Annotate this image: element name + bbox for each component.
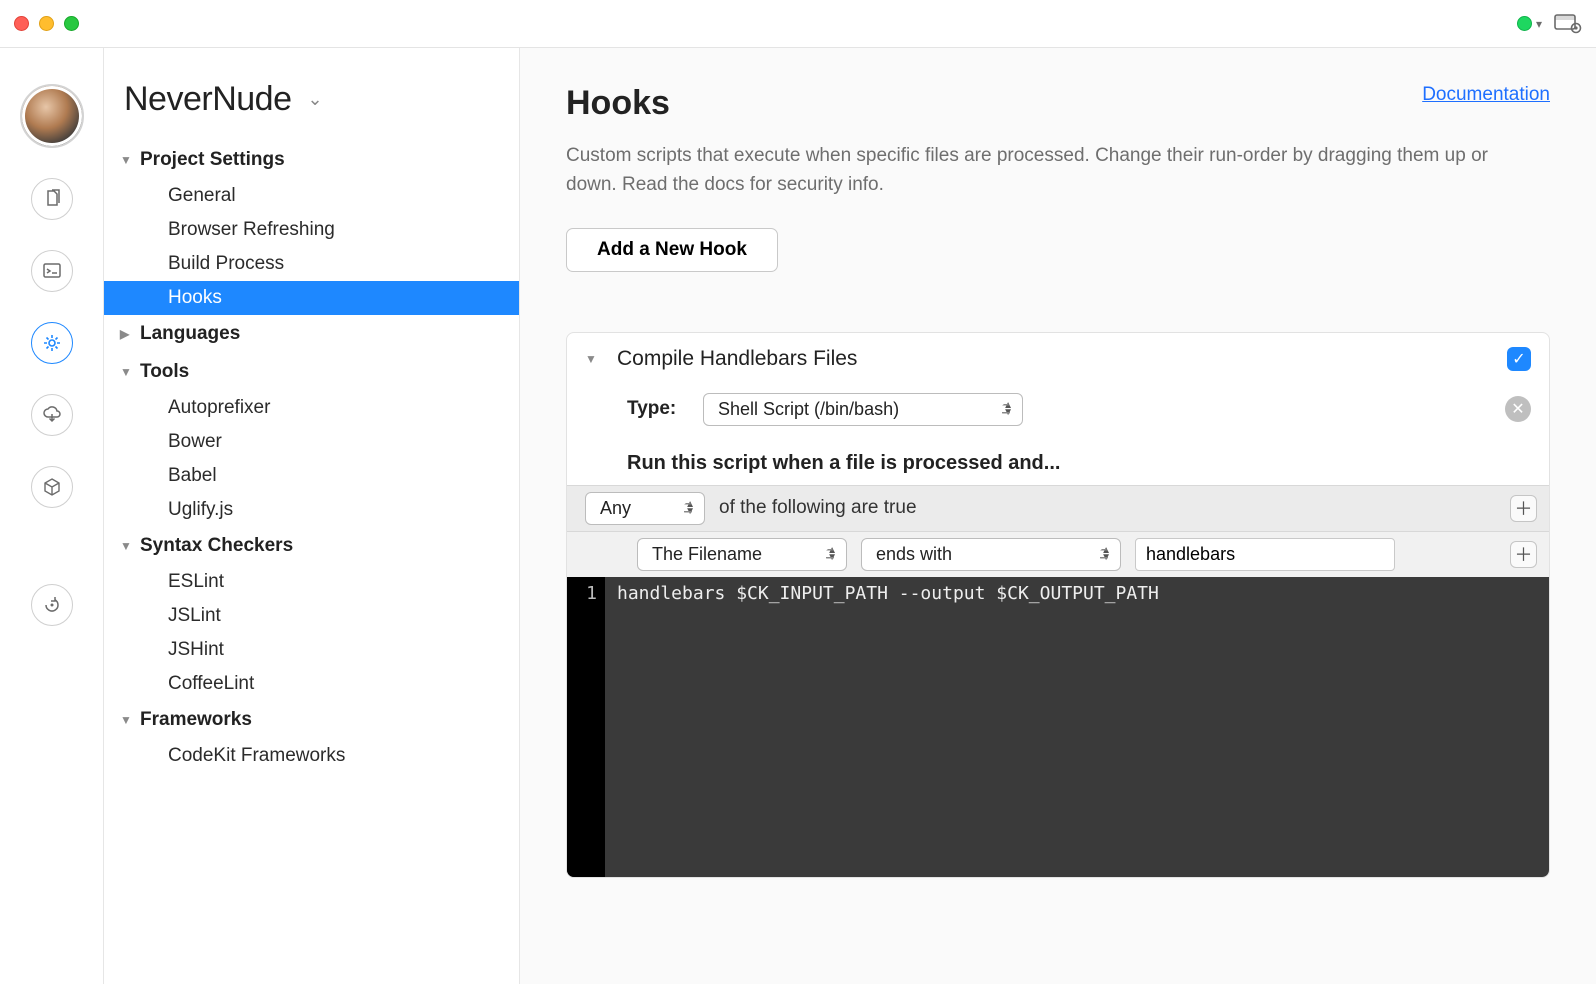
condition-value-input[interactable] bbox=[1135, 538, 1395, 571]
editor-gutter: 1 bbox=[567, 577, 605, 877]
server-status-indicator[interactable]: ▾ bbox=[1517, 16, 1542, 31]
hook-type-select[interactable]: Shell Script (/bin/bash) ▲▼ bbox=[703, 393, 1023, 426]
project-avatar[interactable] bbox=[20, 84, 84, 148]
minimize-window-button[interactable] bbox=[39, 16, 54, 31]
disclosure-triangle-icon: ▼ bbox=[120, 713, 140, 727]
titlebar: ▾ bbox=[0, 0, 1596, 48]
nav-item-uglifyjs[interactable]: Uglify.js bbox=[104, 493, 519, 527]
nav-item-jshint[interactable]: JSHint bbox=[104, 633, 519, 667]
run-conditions-label: Run this script when a file is processed… bbox=[567, 440, 1549, 485]
nav-group-label: Project Settings bbox=[140, 149, 285, 171]
preview-icon bbox=[1554, 14, 1582, 34]
select-value: Any bbox=[600, 498, 631, 519]
disclosure-triangle-icon: ▼ bbox=[120, 153, 140, 167]
match-suffix-label: of the following are true bbox=[719, 497, 917, 519]
disclosure-triangle-icon[interactable]: ▼ bbox=[585, 352, 605, 366]
preview-button[interactable] bbox=[1554, 14, 1582, 34]
project-switcher[interactable]: NeverNude ⌄ bbox=[104, 48, 519, 141]
stepper-arrows-icon: ▲▼ bbox=[827, 547, 837, 561]
gear-icon bbox=[42, 333, 62, 353]
nav-item-autoprefixer[interactable]: Autoprefixer bbox=[104, 391, 519, 425]
hook-title: Compile Handlebars Files bbox=[617, 347, 857, 371]
condition-field-select[interactable]: The Filename ▲▼ bbox=[637, 538, 847, 571]
packages-tab-button[interactable] bbox=[31, 466, 73, 508]
condition-row: The Filename ▲▼ ends with ▲▼ ＋ bbox=[567, 531, 1549, 577]
nav-item-browser-refreshing[interactable]: Browser Refreshing bbox=[104, 213, 519, 247]
match-mode-select[interactable]: Any ▲▼ bbox=[585, 492, 705, 525]
settings-nav: ▼Project Settings General Browser Refres… bbox=[104, 141, 519, 793]
box-icon bbox=[42, 477, 62, 497]
hook-card: ▼ Compile Handlebars Files ✓ Type: Shell… bbox=[566, 332, 1550, 878]
hook-enabled-checkbox[interactable]: ✓ bbox=[1507, 347, 1531, 371]
nav-item-hooks[interactable]: Hooks bbox=[104, 281, 519, 315]
sidebar: NeverNude ⌄ ▼Project Settings General Br… bbox=[104, 48, 520, 984]
status-dot-icon bbox=[1517, 16, 1532, 31]
page-description: Custom scripts that execute when specifi… bbox=[566, 141, 1526, 200]
condition-operator-select[interactable]: ends with ▲▼ bbox=[861, 538, 1121, 571]
terminal-icon bbox=[42, 261, 62, 281]
nav-item-babel[interactable]: Babel bbox=[104, 459, 519, 493]
add-condition-button[interactable]: ＋ bbox=[1510, 541, 1537, 568]
add-hook-button[interactable]: Add a New Hook bbox=[566, 228, 778, 272]
documentation-link[interactable]: Documentation bbox=[1422, 84, 1550, 106]
script-editor[interactable]: 1 handlebars $CK_INPUT_PATH --output $CK… bbox=[567, 577, 1549, 877]
chevron-down-icon: ▾ bbox=[1536, 17, 1542, 31]
chevron-down-icon: ⌄ bbox=[307, 89, 322, 110]
delete-hook-button[interactable]: ✕ bbox=[1505, 396, 1531, 422]
nav-group-tools[interactable]: ▼Tools bbox=[104, 353, 519, 391]
add-condition-group-button[interactable]: ＋ bbox=[1510, 495, 1537, 522]
disclosure-triangle-icon: ▼ bbox=[120, 539, 140, 553]
project-name: NeverNude bbox=[124, 80, 291, 119]
nav-item-build-process[interactable]: Build Process bbox=[104, 247, 519, 281]
stepper-arrows-icon: ▲▼ bbox=[685, 501, 695, 515]
type-label: Type: bbox=[627, 398, 687, 420]
refresh-tab-button[interactable] bbox=[31, 584, 73, 626]
nav-group-languages[interactable]: ▶Languages bbox=[104, 315, 519, 353]
files-icon bbox=[42, 189, 62, 209]
icon-rail bbox=[0, 48, 104, 984]
close-window-button[interactable] bbox=[14, 16, 29, 31]
nav-group-label: Frameworks bbox=[140, 709, 252, 731]
nav-item-codekit-frameworks[interactable]: CodeKit Frameworks bbox=[104, 739, 519, 773]
nav-group-label: Tools bbox=[140, 361, 189, 383]
content-pane: Hooks Documentation Custom scripts that … bbox=[520, 48, 1596, 984]
stepper-arrows-icon: ▲▼ bbox=[1003, 402, 1013, 416]
condition-group-row: Any ▲▼ of the following are true ＋ bbox=[567, 485, 1549, 531]
nav-group-frameworks[interactable]: ▼Frameworks bbox=[104, 701, 519, 739]
settings-tab-button[interactable] bbox=[31, 322, 73, 364]
cloud-download-icon bbox=[42, 405, 62, 425]
nav-group-project-settings[interactable]: ▼Project Settings bbox=[104, 141, 519, 179]
select-value: Shell Script (/bin/bash) bbox=[718, 399, 899, 420]
select-value: ends with bbox=[876, 544, 952, 565]
cloud-tab-button[interactable] bbox=[31, 394, 73, 436]
disclosure-triangle-icon: ▶ bbox=[120, 327, 140, 341]
files-tab-button[interactable] bbox=[31, 178, 73, 220]
nav-group-syntax-checkers[interactable]: ▼Syntax Checkers bbox=[104, 527, 519, 565]
stepper-arrows-icon: ▲▼ bbox=[1101, 547, 1111, 561]
nav-item-general[interactable]: General bbox=[104, 179, 519, 213]
nav-item-jslint[interactable]: JSLint bbox=[104, 599, 519, 633]
nav-item-bower[interactable]: Bower bbox=[104, 425, 519, 459]
select-value: The Filename bbox=[652, 544, 762, 565]
nav-item-eslint[interactable]: ESLint bbox=[104, 565, 519, 599]
refresh-icon bbox=[42, 595, 62, 615]
nav-item-coffeelint[interactable]: CoffeeLint bbox=[104, 667, 519, 701]
nav-group-label: Syntax Checkers bbox=[140, 535, 293, 557]
nav-group-label: Languages bbox=[140, 323, 240, 345]
window-controls bbox=[14, 16, 79, 31]
terminal-tab-button[interactable] bbox=[31, 250, 73, 292]
page-title: Hooks bbox=[566, 84, 670, 123]
editor-code[interactable]: handlebars $CK_INPUT_PATH --output $CK_O… bbox=[605, 577, 1549, 877]
zoom-window-button[interactable] bbox=[64, 16, 79, 31]
disclosure-triangle-icon: ▼ bbox=[120, 365, 140, 379]
